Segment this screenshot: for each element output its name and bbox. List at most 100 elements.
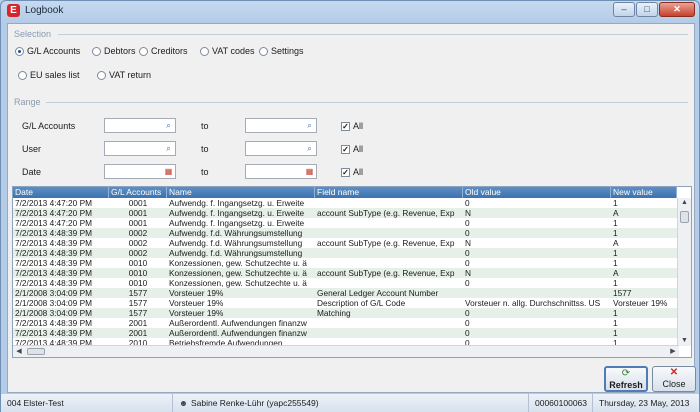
checkbox-label: All	[353, 121, 364, 131]
app-logo-icon: E	[7, 4, 20, 17]
radio-creditors[interactable]: Creditors	[139, 46, 188, 56]
scroll-left-icon[interactable]: ◀	[14, 346, 24, 357]
table-row[interactable]: 2/1/2008 3:04:09 PM 1577 Vorsteuer 19% Gene…	[13, 288, 677, 298]
column-header-gl-accounts[interactable]: G/L Accounts	[109, 187, 167, 198]
radio-unselected-icon	[92, 46, 101, 56]
cell-date: 7/2/2013 4:48:39 PM	[15, 248, 93, 258]
column-header-new-value[interactable]: New value	[611, 187, 677, 198]
lookup-icon[interactable]: ⌕	[304, 143, 315, 154]
close-button[interactable]: ✕ Close	[652, 366, 696, 392]
radio-label: G/L Accounts	[27, 46, 81, 56]
table-row[interactable]: 7/2/2013 4:48:39 PM 0002 Aufwendg. f.d. Wä…	[13, 248, 677, 258]
lookup-icon[interactable]: ⌕	[163, 120, 174, 131]
date-from-input[interactable]: ▦	[104, 164, 176, 179]
scroll-down-icon[interactable]: ▼	[678, 336, 691, 346]
gl-from-input[interactable]: ⌕	[104, 118, 176, 133]
grid-header: Date G/L Accounts Name Field name Old va…	[13, 187, 677, 198]
cell-date: 7/2/2013 4:48:39 PM	[15, 318, 93, 328]
table-row[interactable]: 7/2/2013 4:48:39 PM 0010 Konzessionen, gew…	[13, 268, 677, 278]
cell-date: 7/2/2013 4:47:20 PM	[15, 208, 93, 218]
logbook-grid[interactable]: Date G/L Accounts Name Field name Old va…	[12, 186, 692, 358]
horizontal-scrollbar[interactable]: ◀ ▶	[13, 345, 679, 357]
date-all-checkbox[interactable]: ✓ All	[341, 167, 363, 177]
cell-date: 7/2/2013 4:48:39 PM	[15, 278, 93, 288]
column-header-field-name[interactable]: Field name	[315, 187, 463, 198]
table-row[interactable]: 7/2/2013 4:47:20 PM 0001 Aufwendg. f. Inga…	[13, 208, 677, 218]
status-user: ☻ Sabine Renke-Lühr (yapc255549)	[173, 394, 529, 412]
cell-old-value: 0	[465, 318, 470, 328]
scroll-up-icon[interactable]: ▲	[678, 198, 691, 208]
window-controls: – □ ✕	[613, 2, 695, 17]
cell-old-value: 0	[465, 218, 470, 228]
cell-field-name: account SubType (e.g. Revenue, Exp	[317, 208, 455, 218]
table-row[interactable]: 7/2/2013 4:48:39 PM 2001 Außerordentl. Auf…	[13, 328, 677, 338]
gl-all-checkbox[interactable]: ✓ All	[341, 121, 363, 131]
maximize-button[interactable]: □	[636, 2, 658, 17]
gl-to-input[interactable]: ⌕	[245, 118, 317, 133]
cell-field-name	[315, 198, 463, 208]
range-to-label: to	[201, 121, 209, 131]
table-row[interactable]: 7/2/2013 4:48:39 PM 0010 Konzessionen, gew…	[13, 278, 677, 288]
refresh-button[interactable]: ⟳ Refresh	[604, 366, 648, 392]
table-row[interactable]: 7/2/2013 4:48:39 PM 0002 Aufwendg. f.d. Wä…	[13, 228, 677, 238]
column-header-date[interactable]: Date	[13, 187, 109, 198]
cell-gl-account: 0001	[128, 198, 148, 208]
user-to-input[interactable]: ⌕	[245, 141, 317, 156]
user-all-checkbox[interactable]: ✓ All	[341, 144, 363, 154]
cell-new-value: Vorsteuer 19%	[613, 298, 668, 308]
checkbox-label: All	[353, 167, 364, 177]
minimize-button[interactable]: –	[613, 2, 635, 17]
radio-debtors[interactable]: Debtors	[92, 46, 136, 56]
cell-old-value: Vorsteuer n. allg. Durchschnittss. US	[465, 298, 601, 308]
cell-field-name	[315, 328, 463, 338]
table-row[interactable]: 7/2/2013 4:48:39 PM 0002 Aufwendg. f.d. Wä…	[13, 238, 677, 248]
table-row[interactable]: 7/2/2013 4:48:39 PM 2001 Außerordentl. Auf…	[13, 318, 677, 328]
calendar-icon[interactable]: ▦	[304, 166, 315, 177]
radio-unselected-icon	[259, 46, 268, 56]
cell-gl-account: 2001	[128, 318, 148, 328]
radio-label: VAT codes	[212, 46, 255, 56]
cell-new-value: 1	[613, 308, 618, 318]
cell-name: Aufwendg. f. Ingangsetzg. u. Erweite	[169, 218, 305, 228]
table-row[interactable]: 2/1/2008 3:04:09 PM 1577 Vorsteuer 19% Desc…	[13, 298, 677, 308]
calendar-icon[interactable]: ▦	[163, 166, 174, 177]
radio-settings[interactable]: Settings	[259, 46, 304, 56]
range-to-label: to	[201, 167, 209, 177]
radio-eu-sales-list[interactable]: EU sales list	[18, 70, 80, 80]
cell-gl-account: 0002	[128, 228, 148, 238]
cell-new-value: 1	[613, 228, 618, 238]
table-row[interactable]: 7/2/2013 4:48:39 PM 0010 Konzessionen, gew…	[13, 258, 677, 268]
cell-date: 2/1/2008 3:04:09 PM	[15, 298, 93, 308]
column-header-old-value[interactable]: Old value	[463, 187, 611, 198]
radio-vat-codes[interactable]: VAT codes	[200, 46, 255, 56]
radio-vat-return[interactable]: VAT return	[97, 70, 151, 80]
table-row[interactable]: 7/2/2013 4:47:20 PM 0001 Aufwendg. f. Inga…	[13, 198, 677, 208]
range-gl-label: G/L Accounts	[22, 121, 76, 131]
cell-name: Außerordentl. Aufwendungen finanzw	[169, 328, 307, 338]
range-date-label: Date	[22, 167, 42, 177]
cell-gl-account: 1577	[128, 288, 148, 298]
cell-field-name: Matching	[317, 308, 351, 318]
lookup-icon[interactable]: ⌕	[304, 120, 315, 131]
radio-label: Creditors	[151, 46, 188, 56]
cell-date: 7/2/2013 4:48:39 PM	[15, 238, 93, 248]
close-window-button[interactable]: ✕	[659, 2, 695, 17]
cell-name: Vorsteuer 19%	[169, 308, 224, 318]
cell-gl-account: 0001	[128, 208, 148, 218]
date-to-input[interactable]: ▦	[245, 164, 317, 179]
column-header-name[interactable]: Name	[167, 187, 315, 198]
radio-selected-icon	[15, 46, 24, 56]
cell-gl-account: 1577	[128, 298, 148, 308]
lookup-icon[interactable]: ⌕	[163, 143, 174, 154]
scroll-right-icon[interactable]: ▶	[668, 346, 678, 357]
scroll-thumb[interactable]	[27, 348, 45, 355]
scroll-thumb[interactable]	[680, 211, 689, 223]
radio-label: Debtors	[104, 46, 136, 56]
table-row[interactable]: 2/1/2008 3:04:09 PM 1577 Vorsteuer 19% Matc…	[13, 308, 677, 318]
user-from-input[interactable]: ⌕	[104, 141, 176, 156]
radio-gl-accounts[interactable]: G/L Accounts	[15, 46, 80, 56]
vertical-scrollbar[interactable]: ▲ ▼	[677, 198, 691, 346]
table-row[interactable]: 7/2/2013 4:47:20 PM 0001 Aufwendg. f. Inga…	[13, 218, 677, 228]
title-bar[interactable]: E Logbook – □ ✕	[1, 1, 699, 21]
cell-field-name	[315, 258, 463, 268]
